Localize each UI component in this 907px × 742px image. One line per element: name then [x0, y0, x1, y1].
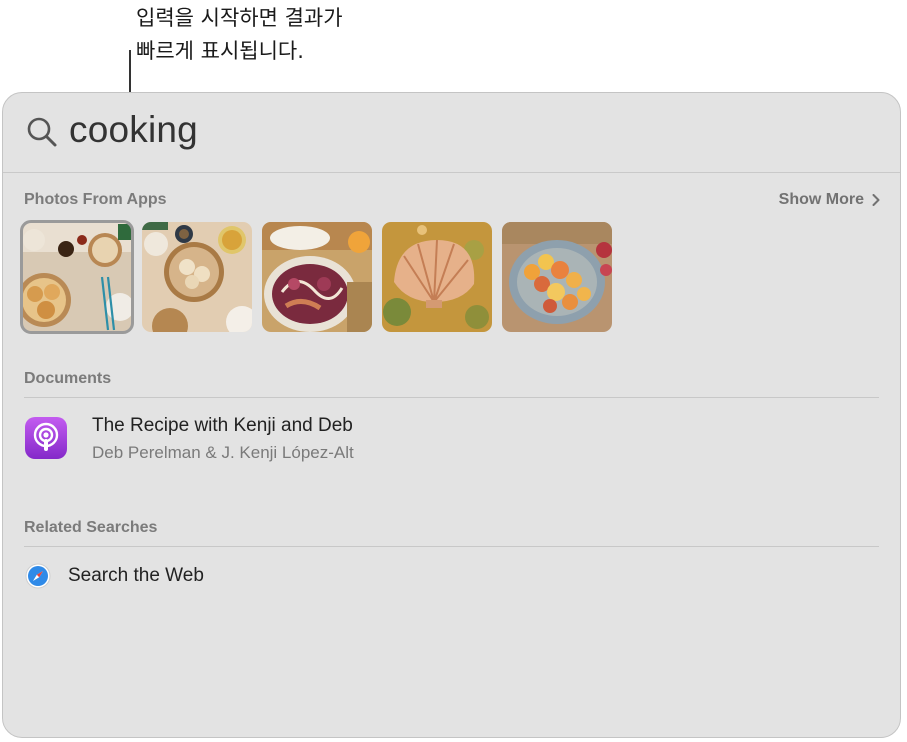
search-input[interactable]: cooking: [69, 109, 198, 151]
annotation-line-1: 입력을 시작하면 결과가: [136, 6, 343, 30]
safari-icon: [25, 563, 51, 589]
photo-thumbnail-dumplings-bowl[interactable]: [142, 222, 252, 332]
documents-section-title: Documents: [24, 370, 112, 387]
search-the-web-label: Search the Web: [68, 565, 204, 586]
chevron-right-icon: [872, 194, 880, 206]
annotation-callout: 입력을 시작하면 결과가 빠르게 표시됩니다.: [136, 2, 343, 68]
photo-thumbnail-citrus-platter[interactable]: [502, 222, 612, 332]
podcasts-icon: [25, 417, 67, 459]
show-more-label: Show More: [778, 191, 864, 208]
photo-thumbnail-dumplings[interactable]: [20, 220, 134, 334]
photo-thumbnail-radicchio-salad[interactable]: [262, 222, 372, 332]
search-bar[interactable]: cooking: [3, 93, 900, 173]
document-subtitle: Deb Perelman & J. Kenji López-Alt: [92, 443, 354, 462]
document-result-row[interactable]: The Recipe with Kenji and Deb Deb Perelm…: [25, 415, 885, 465]
magnifying-glass-icon: [27, 117, 57, 147]
spotlight-panel: cooking Photos From Apps Show More Docum…: [2, 92, 901, 738]
documents-divider: [24, 397, 879, 398]
related-searches-section-title: Related Searches: [24, 519, 158, 536]
photos-section-title: Photos From Apps: [24, 191, 167, 208]
show-more-button[interactable]: Show More: [779, 191, 880, 209]
annotation-line-2: 빠르게 표시됩니다.: [136, 39, 304, 63]
photo-thumbnail-scallop-pie[interactable]: [382, 222, 492, 332]
related-searches-divider: [24, 546, 879, 547]
document-title: The Recipe with Kenji and Deb: [92, 415, 353, 436]
photo-results: [20, 220, 612, 334]
search-the-web-row[interactable]: Search the Web: [25, 563, 885, 593]
